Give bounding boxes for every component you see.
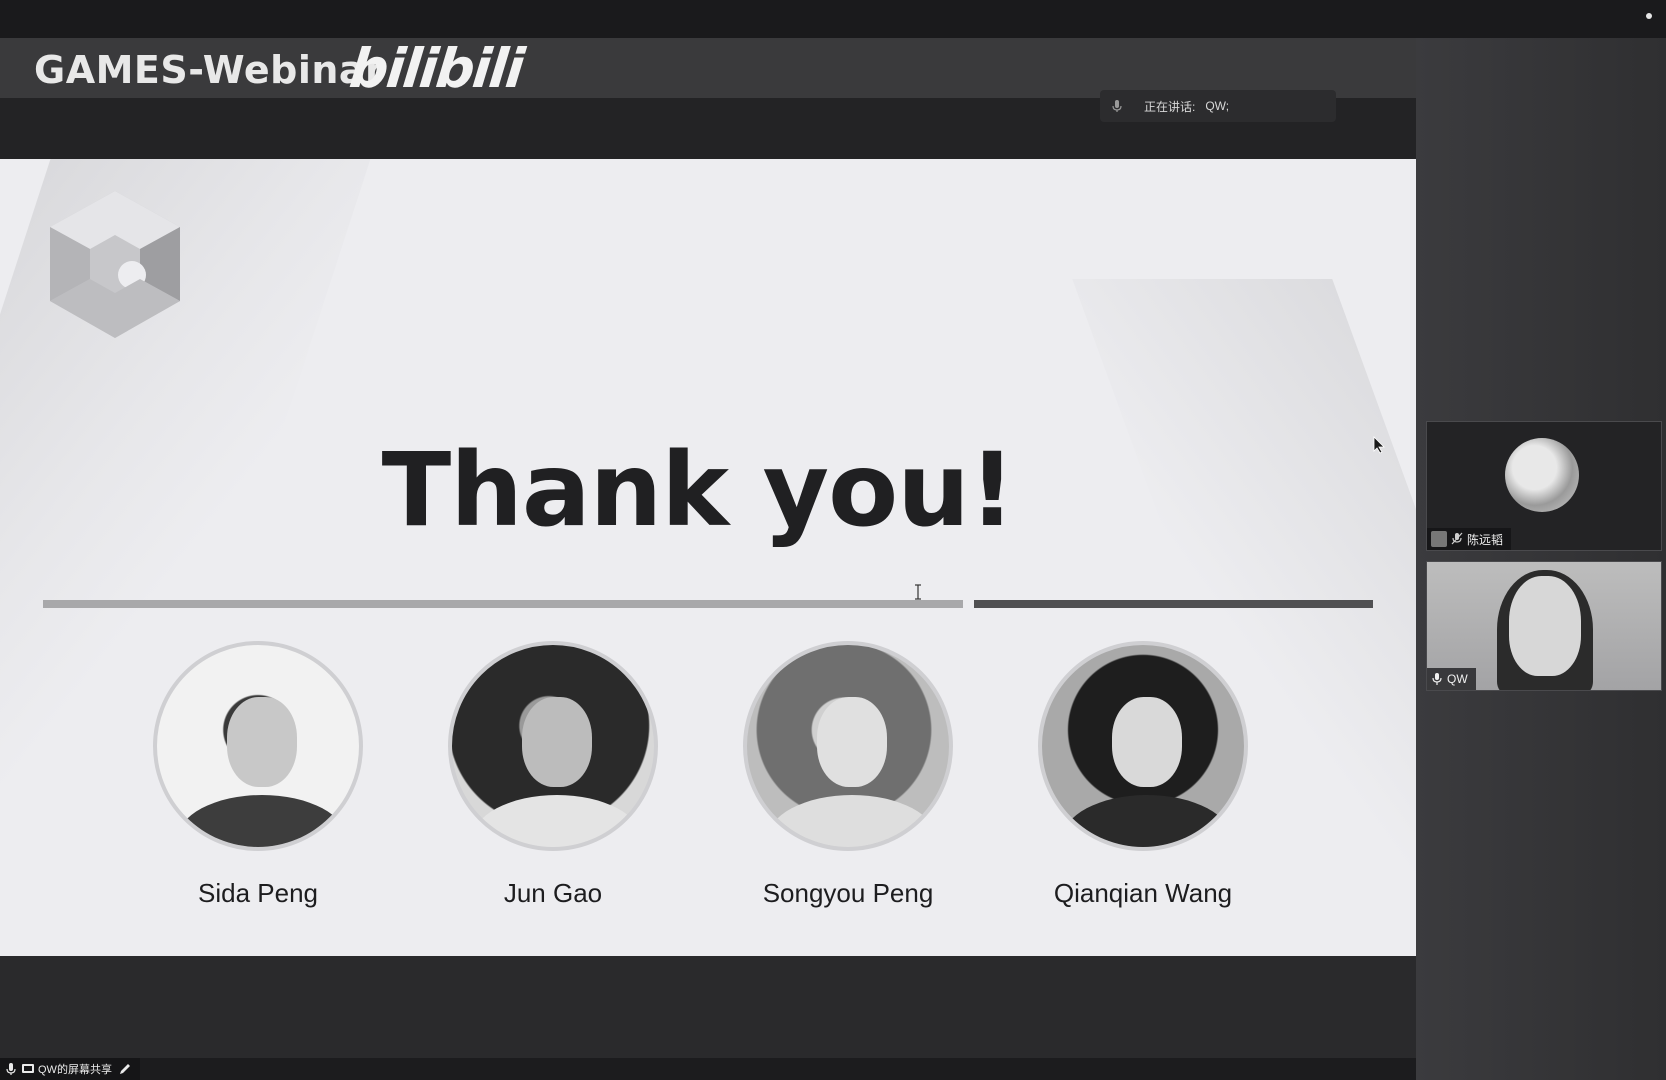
presenter-name: Songyou Peng: [762, 878, 934, 908]
participant-video-panel: 陈远韬 QW: [1416, 38, 1666, 1080]
microphone-icon: [1432, 673, 1442, 685]
presenter-card: Qianqian Wang: [1018, 641, 1258, 911]
participant-video-tile[interactable]: 陈远韬: [1426, 421, 1662, 551]
brand-title: GAMES-Webinar: [34, 48, 385, 92]
presentation-slide: Thank you! Sida Peng Jun Gao Songyou Pen…: [0, 159, 1416, 956]
divider-bar-dark: [974, 600, 1373, 608]
presenter-photo: [153, 641, 363, 851]
screen-share-label: QW的屏幕共享: [38, 1064, 112, 1076]
presenter-name: Qianqian Wang: [1053, 878, 1233, 908]
mouse-pointer-icon: [1373, 436, 1385, 454]
microphone-icon: [6, 1063, 16, 1075]
presenter-name: Sida Peng: [198, 878, 318, 908]
speaking-label: 正在讲话:: [1144, 99, 1196, 114]
games-logo-icon: [50, 191, 180, 338]
presenter-photo: [1038, 641, 1248, 851]
participant-video-tile[interactable]: QW: [1426, 561, 1662, 691]
presenter-card: Songyou Peng: [723, 641, 963, 911]
presenter-card: Jun Gao: [428, 641, 668, 911]
window-menu-dot[interactable]: [1646, 13, 1652, 19]
presenter-card: Sida Peng: [133, 641, 373, 911]
webinar-header-band: GAMES-Webinar bilibili: [0, 37, 1416, 100]
presenter-name: Jun Gao: [503, 878, 603, 908]
speaking-indicator: 正在讲话: QW;: [1100, 90, 1336, 122]
window-title-bar: [0, 0, 1666, 38]
slide-title: Thank you!: [381, 431, 1016, 550]
share-bottom-band: [0, 956, 1416, 1058]
participant-name-tag: QW: [1427, 668, 1476, 690]
speaking-name: QW;: [1205, 99, 1230, 113]
screen-share-icon: [22, 1064, 34, 1073]
user-avatar-icon: [1431, 531, 1447, 547]
presenter-photo: [448, 641, 658, 851]
divider-bar-light: [43, 600, 963, 608]
text-cursor-icon: [915, 584, 921, 600]
participant-name: 陈远韬: [1467, 532, 1504, 547]
bilibili-logo-text: bilibili: [346, 37, 526, 100]
microphone-muted-icon: [1451, 532, 1463, 545]
bottom-status-bar: [0, 1058, 1416, 1080]
shared-screen-area: GAMES-Webinar bilibili 正在讲话: QW; Thank y…: [0, 37, 1416, 1058]
presenter-photo: [743, 641, 953, 851]
screen-share-tag[interactable]: QW的屏幕共享: [0, 1058, 140, 1080]
participant-name-tag: 陈远韬: [1427, 528, 1512, 550]
microphone-icon: [1112, 100, 1122, 112]
meeting-window: GAMES-Webinar bilibili 正在讲话: QW; Thank y…: [0, 0, 1666, 1080]
participant-name: QW: [1447, 672, 1468, 686]
participant-avatar: [1505, 438, 1579, 512]
pencil-icon[interactable]: [118, 1062, 132, 1076]
bilibili-logo: bilibili: [347, 37, 526, 100]
